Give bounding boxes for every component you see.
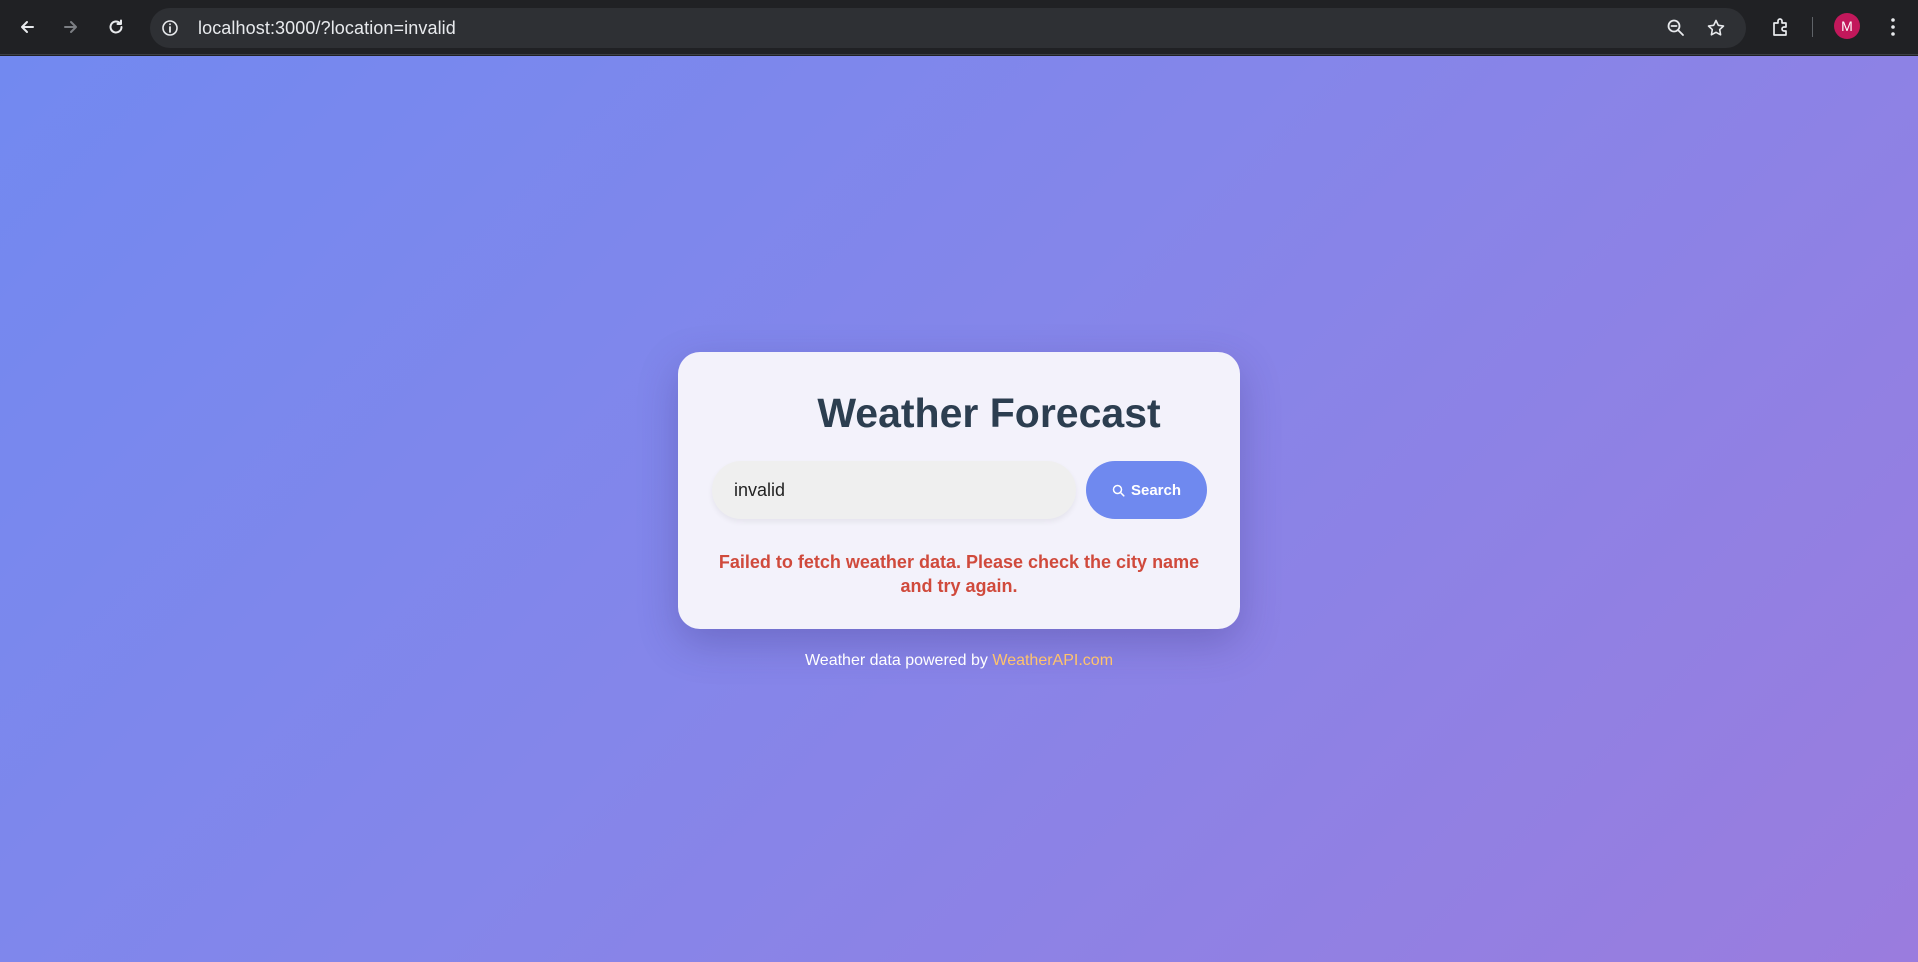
- zoom-icon: [1667, 19, 1684, 36]
- address-bar[interactable]: localhost:3000/?location=invalid: [150, 8, 1746, 48]
- error-message: Failed to fetch weather data. Please che…: [718, 552, 1200, 596]
- reload-icon: [109, 19, 123, 34]
- star-icon: [1707, 19, 1725, 36]
- puzzle-icon: [1773, 18, 1787, 36]
- reload-button[interactable]: [99, 10, 133, 44]
- toolbar-divider: [1812, 17, 1813, 37]
- back-button[interactable]: [10, 10, 44, 44]
- search-icon: [1112, 484, 1125, 497]
- city-search-input[interactable]: [712, 461, 1076, 519]
- page-viewport: Weather Forecast Search Failed to fetch …: [0, 56, 1918, 962]
- profile-avatar[interactable]: M: [1834, 13, 1860, 39]
- back-arrow-icon: [21, 21, 34, 33]
- info-icon: [162, 20, 178, 36]
- url-text: localhost:3000/?location=invalid: [198, 17, 456, 38]
- zoom-button[interactable]: [1664, 16, 1688, 40]
- weatherapi-link[interactable]: WeatherAPI.com: [992, 652, 1113, 669]
- site-info-button[interactable]: [156, 14, 184, 42]
- search-button-label: Search: [1130, 481, 1182, 499]
- kebab-menu-icon: [1891, 18, 1895, 36]
- footer-text: Weather data powered by: [804, 652, 988, 669]
- extensions-button[interactable]: [1767, 13, 1795, 41]
- forward-button[interactable]: [54, 10, 88, 44]
- search-button[interactable]: Search: [1086, 461, 1207, 519]
- browser-toolbar: localhost:3000/?location=invalid M: [0, 0, 1918, 55]
- page-title: Weather Forecast: [817, 390, 1161, 436]
- footer: Weather data powered by WeatherAPI.com: [0, 652, 1918, 670]
- browser-menu-button[interactable]: [1879, 13, 1907, 41]
- bookmark-button[interactable]: [1704, 16, 1728, 40]
- weather-card: Weather Forecast Search Failed to fetch …: [678, 352, 1240, 629]
- forward-arrow-icon: [64, 21, 77, 33]
